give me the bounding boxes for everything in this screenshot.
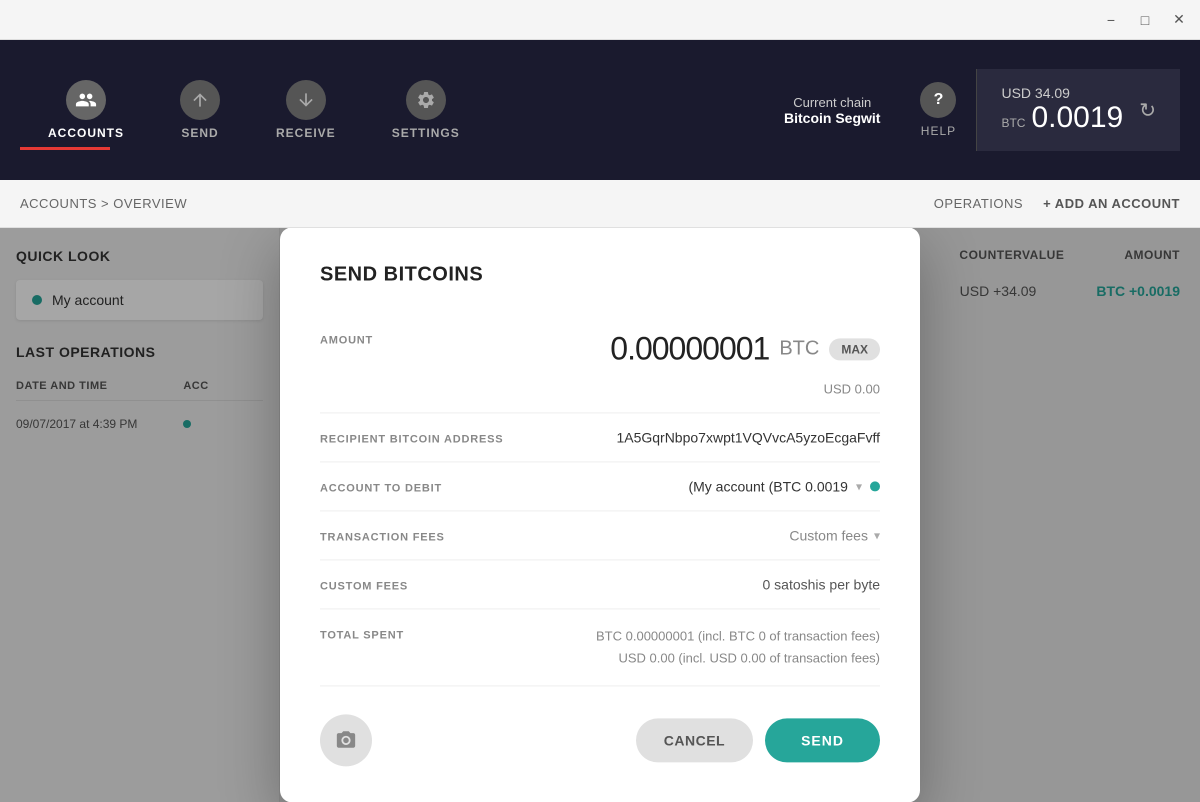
modal-footer: CANCEL SEND	[320, 715, 880, 767]
send-bitcoins-modal: SEND BITCOINS AMOUNT 0.00000001 BTC MAX …	[280, 228, 920, 802]
max-button[interactable]: MAX	[829, 338, 880, 360]
amount-usd: USD 0.00	[520, 381, 880, 396]
accounts-label: ACCOUNTS	[48, 126, 124, 140]
close-button[interactable]: ✕	[1170, 11, 1188, 29]
custom-fees-row: CUSTOM FEES 0 satoshis per byte	[320, 560, 880, 609]
balance-btc-label: BTC	[1001, 116, 1025, 130]
help-label: HELP	[921, 124, 956, 138]
account-debit-label: ACCOUNT TO DEBIT	[320, 478, 500, 494]
custom-fees-label: CUSTOM FEES	[320, 576, 500, 592]
amount-number: 0.00000001	[610, 330, 769, 367]
nav-settings[interactable]: SETTINGS	[364, 70, 488, 150]
recipient-label: RECIPIENT BITCOIN ADDRESS	[320, 429, 503, 445]
footer-actions: CANCEL SEND	[636, 719, 880, 763]
account-debit-value-area[interactable]: (My account (BTC 0.0019 ▾	[520, 478, 880, 494]
total-spent-line2: USD 0.00 (incl. USD 0.00 of transaction …	[596, 648, 880, 670]
send-icon	[180, 80, 220, 120]
main-content: QUICK LOOK My account LAST OPERATIONS DA…	[0, 228, 1200, 802]
nav-receive[interactable]: RECEIVE	[248, 70, 364, 150]
fees-select[interactable]: Custom fees ▾	[789, 527, 880, 543]
window-chrome: − □ ✕	[0, 0, 1200, 40]
settings-icon	[406, 80, 446, 120]
help-button[interactable]: ? HELP	[900, 72, 976, 148]
breadcrumb-bar: ACCOUNTS > OVERVIEW OPERATIONS + ADD AN …	[0, 180, 1200, 228]
breadcrumb: ACCOUNTS > OVERVIEW	[20, 196, 187, 211]
operations-button[interactable]: OPERATIONS	[934, 196, 1023, 211]
add-account-button[interactable]: + ADD AN ACCOUNT	[1043, 196, 1180, 211]
total-spent-value-area: BTC 0.00000001 (incl. BTC 0 of transacti…	[520, 625, 880, 669]
balance-btc-value: 0.0019	[1031, 101, 1123, 135]
receive-label: RECEIVE	[276, 126, 336, 140]
top-nav: ACCOUNTS SEND RECEIVE SETTINGS Current c…	[0, 40, 1200, 180]
minimize-button[interactable]: −	[1102, 11, 1120, 29]
custom-fees-value-area: 0 satoshis per byte	[520, 576, 880, 592]
send-button[interactable]: SEND	[765, 719, 880, 763]
settings-label: SETTINGS	[392, 126, 460, 140]
balance-area: USD 34.09 BTC 0.0019 ↻	[976, 69, 1180, 151]
fees-select-value: Custom fees	[789, 527, 868, 543]
receive-icon	[286, 80, 326, 120]
chain-info: Current chain Bitcoin Segwit	[764, 85, 900, 136]
fees-row: TRANSACTION FEES Custom fees ▾	[320, 511, 880, 560]
help-icon: ?	[920, 82, 956, 118]
fees-value-area[interactable]: Custom fees ▾	[520, 527, 880, 543]
amount-currency: BTC	[779, 337, 819, 360]
total-spent-label: TOTAL SPENT	[320, 625, 500, 641]
amount-label: AMOUNT	[320, 330, 500, 346]
account-debit-row: ACCOUNT TO DEBIT (My account (BTC 0.0019…	[320, 462, 880, 511]
nav-send[interactable]: SEND	[152, 70, 248, 150]
cancel-button[interactable]: CANCEL	[636, 719, 753, 763]
fees-chevron-icon: ▾	[874, 528, 880, 542]
chain-name: Bitcoin Segwit	[784, 110, 880, 126]
total-spent-row: TOTAL SPENT BTC 0.00000001 (incl. BTC 0 …	[320, 609, 880, 686]
maximize-button[interactable]: □	[1136, 11, 1154, 29]
amount-value-area: 0.00000001 BTC MAX USD 0.00	[520, 330, 880, 396]
custom-fees-value: 0 satoshis per byte	[762, 576, 880, 592]
account-select-value: (My account (BTC 0.0019	[688, 478, 848, 494]
recipient-row: RECIPIENT BITCOIN ADDRESS 1A5GqrNbpo7xwp…	[320, 413, 880, 462]
chevron-down-icon: ▾	[856, 479, 862, 493]
balance-usd: USD 34.09	[1001, 85, 1123, 101]
total-spent-value: BTC 0.00000001 (incl. BTC 0 of transacti…	[596, 625, 880, 669]
send-label: SEND	[181, 126, 218, 140]
recipient-value-area: 1A5GqrNbpo7xwpt1VQVvcA5yzoEcgaFvff	[523, 429, 880, 445]
modal-title: SEND BITCOINS	[320, 263, 880, 286]
nav-accounts[interactable]: ACCOUNTS	[20, 70, 152, 150]
fees-label: TRANSACTION FEES	[320, 527, 500, 543]
account-color-dot	[870, 481, 880, 491]
recipient-address: 1A5GqrNbpo7xwpt1VQVvcA5yzoEcgaFvff	[616, 429, 880, 445]
total-spent-line1: BTC 0.00000001 (incl. BTC 0 of transacti…	[596, 625, 880, 647]
accounts-icon	[66, 80, 106, 120]
account-select[interactable]: (My account (BTC 0.0019 ▾	[688, 478, 880, 494]
chain-label: Current chain	[784, 95, 880, 110]
refresh-icon[interactable]: ↻	[1139, 98, 1156, 123]
camera-button[interactable]	[320, 715, 372, 767]
amount-row: AMOUNT 0.00000001 BTC MAX USD 0.00	[320, 314, 880, 413]
